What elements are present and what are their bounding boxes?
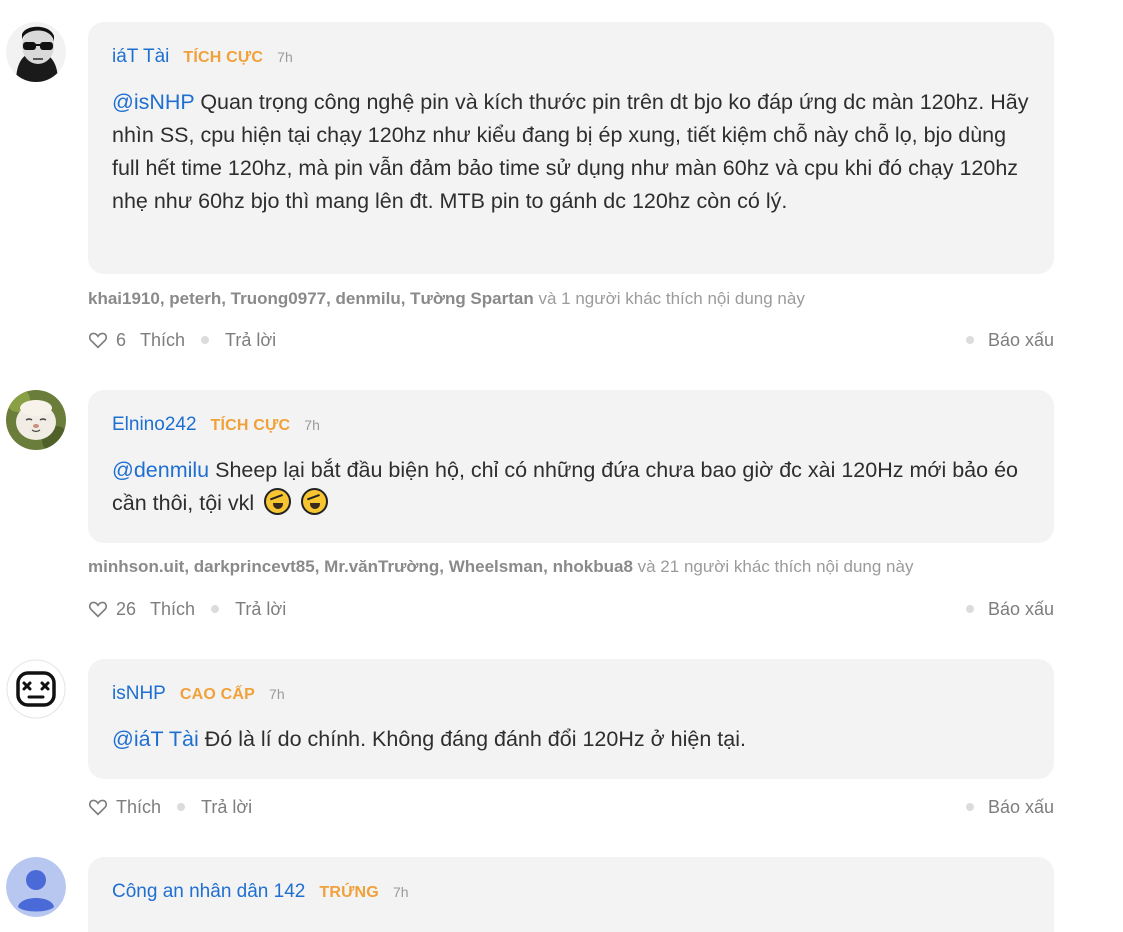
reply-button[interactable]: Trả lời [201,797,252,818]
like-count: 26 [116,598,137,619]
author-name[interactable]: Công an nhân dân 142 [112,881,305,903]
likers-line: minhson.uit, darkprincevt85, Mr.vănTrườn… [88,557,913,577]
avatar[interactable] [6,390,66,450]
separator-dot [965,605,974,613]
rofl-emoji-icon [301,488,329,515]
comment-meta: Elnino242 TÍCH CỰC 7h [112,414,1030,440]
likers-suffix[interactable]: và 1 người khác thích nội dung này [534,289,804,308]
timestamp[interactable]: 7h [393,884,409,900]
mention-link[interactable]: @isNHP [112,90,194,114]
comment-meta: iáT Tài TÍCH CỰC 7h [112,46,1030,72]
comment-text: Quan trọng công nghệ pin và kích thước p… [112,90,1029,213]
report-control: Báo xấu [965,797,1054,818]
reply-button[interactable]: Trả lời [235,599,286,620]
comment-body: @denmilu Sheep lại bắt đầu biện hộ, chỉ … [112,454,1030,520]
separator-dot [211,605,220,613]
comment-actions: 6 Thích Trả lời Báo xấu [88,327,1054,353]
timestamp[interactable]: 7h [277,49,293,65]
mention-link[interactable]: @denmilu [112,458,209,482]
heart-icon[interactable] [88,331,108,349]
heart-icon[interactable] [88,798,108,816]
comment-bubble: iáT Tài TÍCH CỰC 7h @isNHP Quan trọng cô… [88,22,1054,274]
comment-bubble: Elnino242 TÍCH CỰC 7h @denmilu Sheep lại… [88,390,1054,543]
comment-bubble: isNHP CAO CẤP 7h @iáT Tài Đó là lí do ch… [88,659,1054,779]
separator-dot [177,803,186,811]
report-control: Báo xấu [965,330,1054,351]
separator-dot [201,336,210,344]
likers-names[interactable]: minhson.uit, darkprincevt85, Mr.vănTrườn… [88,557,633,576]
default-avatar-icon[interactable] [6,857,66,917]
reply-button[interactable]: Trả lời [225,330,276,351]
rank-badge: TÍCH CỰC [183,49,264,66]
rank-badge: CAO CẤP [179,686,256,703]
rofl-emoji-icon [264,488,292,515]
report-button[interactable]: Báo xấu [988,330,1054,351]
like-count: 6 [116,329,127,350]
rank-badge: TRỨNG [319,884,379,901]
report-button[interactable]: Báo xấu [988,797,1054,818]
like-button[interactable]: Thích [150,599,195,620]
author-name[interactable]: Elnino242 [112,414,197,436]
likers-line: khai1910, peterh, Truong0977, denmilu, T… [88,289,805,309]
report-control: Báo xấu [965,599,1054,620]
comment-actions: Thích Trả lời Báo xấu [88,794,1054,820]
heart-icon[interactable] [88,600,108,618]
avatar[interactable] [6,659,66,719]
likers-names[interactable]: khai1910, peterh, Truong0977, denmilu, T… [88,289,534,308]
like-button[interactable]: Thích [140,330,185,351]
author-name[interactable]: iáT Tài [112,46,169,68]
like-button[interactable]: Thích [116,797,161,818]
report-button[interactable]: Báo xấu [988,599,1054,620]
comment-meta: Công an nhân dân 142 TRỨNG 7h [112,881,1030,907]
comment-feed: iáT Tài TÍCH CỰC 7h @isNHP Quan trọng cô… [0,0,1123,932]
author-name[interactable]: isNHP [112,683,166,705]
separator-dot [965,803,974,811]
separator-dot [965,336,974,344]
comment-body: @isNHP Quan trọng công nghệ pin và kích … [112,86,1030,218]
comment-bubble: Công an nhân dân 142 TRỨNG 7h [88,857,1054,932]
comment-body: @iáT Tài Đó là lí do chính. Không đáng đ… [112,723,1030,756]
comment-text: Đó là lí do chính. Không đáng đánh đổi 1… [198,727,746,751]
comment-actions: 26 Thích Trả lời Báo xấu [88,596,1054,622]
comment-meta: isNHP CAO CẤP 7h [112,683,1030,709]
avatar[interactable] [6,22,66,82]
timestamp[interactable]: 7h [269,686,285,702]
comment-text: Sheep lại bắt đầu biện hộ, chỉ có những … [112,458,1018,515]
timestamp[interactable]: 7h [304,417,320,433]
mention-link[interactable]: @iáT Tài [112,727,199,751]
rank-badge: TÍCH CỰC [210,417,291,434]
likers-suffix[interactable]: và 21 người khác thích nội dung này [633,557,914,576]
